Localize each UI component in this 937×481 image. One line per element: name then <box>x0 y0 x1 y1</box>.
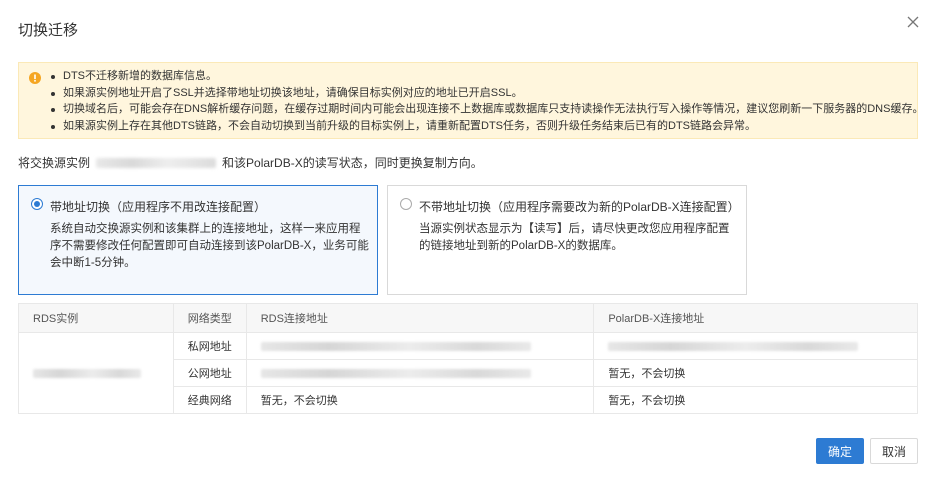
redacted-instance-id <box>96 157 217 168</box>
rds-address-cell: 暂无，不会切换 <box>245 386 595 414</box>
table-row: 私网地址 <box>18 332 918 414</box>
address-table: RDS实例 网络类型 RDS连接地址 PolarDB-X连接地址 私网地址 公网… <box>18 303 918 414</box>
cancel-button[interactable]: 取消 <box>870 438 918 464</box>
confirm-button[interactable]: 确定 <box>816 438 864 464</box>
redacted-rds-instance <box>33 368 141 378</box>
col-header-rds-address: RDS连接地址 <box>245 303 595 333</box>
polardb-address-cell <box>593 332 918 360</box>
intro-prefix: 将交换源实例 <box>18 156 91 170</box>
option-description: 当源实例状态显示为【读写】后，请尽快更改您应用程序配置的链接地址到新的Polar… <box>419 223 730 252</box>
option-title: 不带地址切换（应用程序需要改为新的PolarDB-X连接配置） <box>419 200 740 214</box>
rds-address-cell <box>245 359 595 387</box>
redacted-rds-private-address <box>260 341 531 351</box>
notice-item: 切换域名后，可能会存在DNS解析缓存问题，在缓存过期时间内可能会出现连接不上数据… <box>49 101 923 118</box>
rds-address-cell <box>245 332 595 360</box>
intro-suffix: 和该PolarDB-X的读写状态，同时更换复制方向。 <box>222 156 483 170</box>
option-switch-without-address[interactable]: 不带地址切换（应用程序需要改为新的PolarDB-X连接配置） 当源实例状态显示… <box>387 185 747 295</box>
radio-unselected-icon[interactable] <box>400 198 412 210</box>
redacted-polardb-private-address <box>608 341 859 351</box>
close-icon[interactable] <box>905 14 921 30</box>
network-type-cell: 经典网络 <box>172 386 247 414</box>
notice-item: DTS不迁移新增的数据库信息。 <box>49 68 923 85</box>
notice-item: 如果源实例地址开启了SSL并选择带地址切换该地址，请确保目标实例对应的地址已开启… <box>49 85 923 102</box>
network-type-cell: 公网地址 <box>172 359 247 387</box>
redacted-rds-public-address <box>260 368 531 378</box>
notice-list: DTS不迁移新增的数据库信息。 如果源实例地址开启了SSL并选择带地址切换该地址… <box>49 68 923 134</box>
col-header-polardb-address: PolarDB-X连接地址 <box>593 303 918 333</box>
col-header-rds-instance: RDS实例 <box>18 303 174 333</box>
notice-box: DTS不迁移新增的数据库信息。 如果源实例地址开启了SSL并选择带地址切换该地址… <box>18 62 923 139</box>
polardb-address-cell: 暂无，不会切换 <box>593 359 918 387</box>
network-type-cell: 私网地址 <box>172 332 247 360</box>
option-title: 带地址切换（应用程序不用改连接配置） <box>50 200 267 214</box>
table-header-row: RDS实例 网络类型 RDS连接地址 PolarDB-X连接地址 <box>18 303 918 333</box>
switch-migration-dialog: 切换迁移 DTS不迁移新增的数据库信息。 如果源实例地址开启了SSL并选择带地址… <box>0 0 937 481</box>
option-description: 系统自动交换源实例和该集群上的连接地址，这样一来应用程序不需要修改任何配置即可自… <box>50 223 369 269</box>
warning-icon <box>29 72 41 84</box>
polardb-address-cell: 暂无，不会切换 <box>593 386 918 414</box>
col-header-network-type: 网络类型 <box>172 303 247 333</box>
dialog-title: 切换迁移 <box>18 22 79 39</box>
notice-item: 如果源实例上存在其他DTS链路，不会自动切换到当前升级的目标实例上，请重新配置D… <box>49 118 923 135</box>
intro-text: 将交换源实例 和该PolarDB-X的读写状态，同时更换复制方向。 <box>18 154 483 171</box>
rds-instance-cell <box>18 332 174 414</box>
option-switch-with-address[interactable]: 带地址切换（应用程序不用改连接配置） 系统自动交换源实例和该集群上的连接地址，这… <box>18 185 378 295</box>
radio-selected-icon[interactable] <box>31 198 43 210</box>
